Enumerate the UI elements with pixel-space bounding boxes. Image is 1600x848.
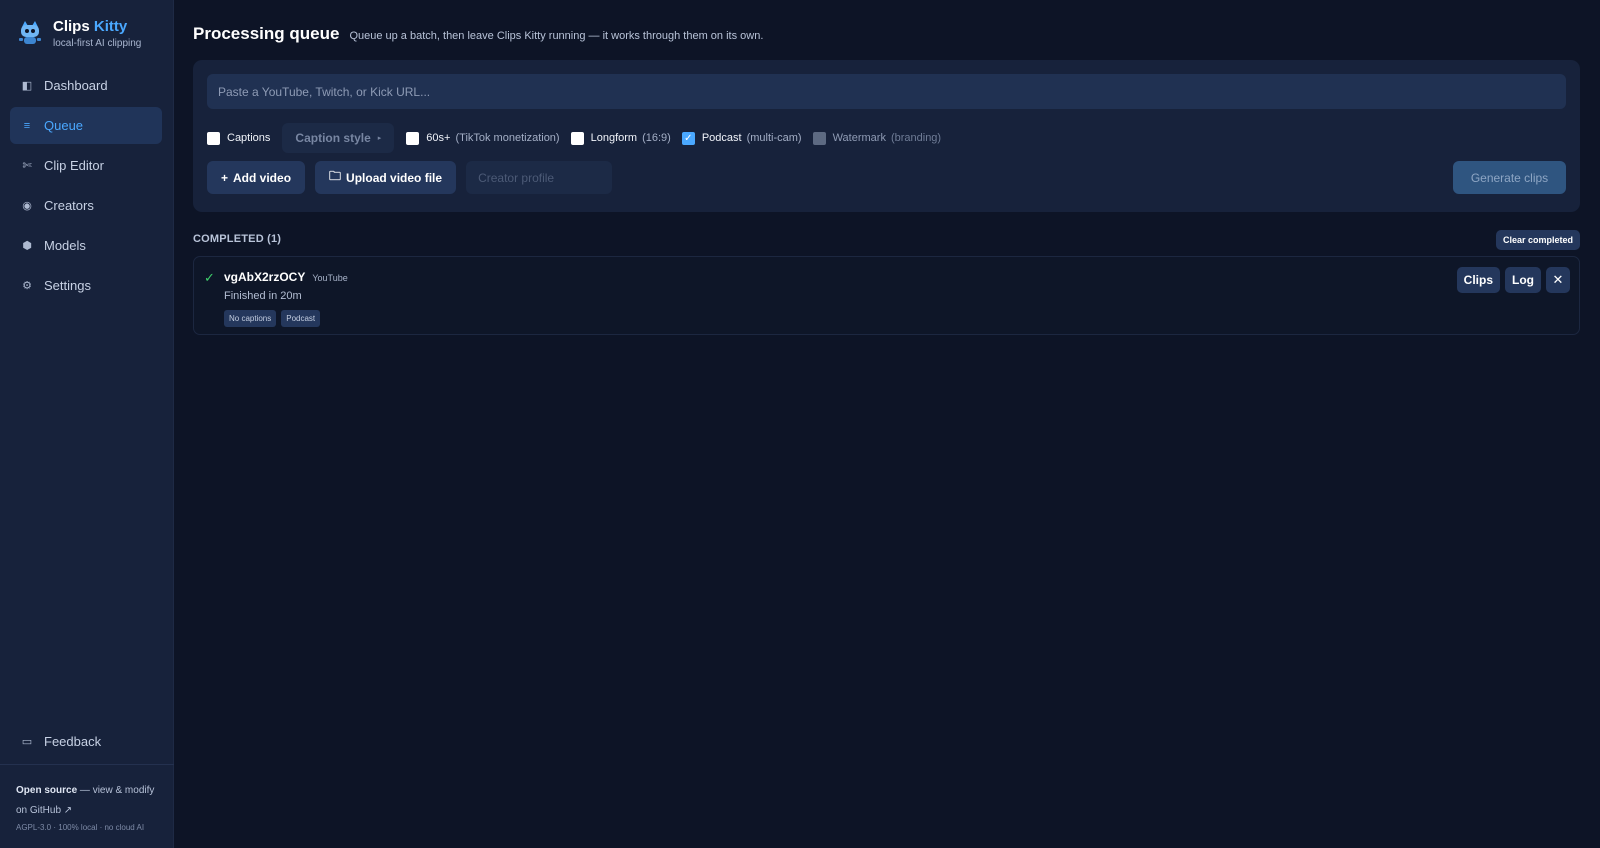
sidebar-item-label: Clip Editor (44, 158, 104, 173)
options-row: Captions Caption style ▸ 60s+ (TikTok mo… (207, 123, 952, 153)
sidebar-item-feedback[interactable]: ▭ Feedback (10, 723, 162, 760)
sidebar-item-label: Creators (44, 198, 94, 213)
add-video-label: Add video (233, 170, 292, 185)
open-source-text: Open source — view & modify (16, 785, 155, 796)
sidebar-item-label: Queue (44, 118, 84, 133)
job-tag: No captions (224, 310, 277, 327)
longform-option[interactable]: Longform (16:9) (570, 131, 671, 145)
longform-label: Longform (590, 132, 638, 144)
robot-cat-icon (19, 21, 41, 44)
sidebar-item-label: Feedback (44, 734, 102, 749)
sidebar-item-label: Models (44, 238, 86, 253)
caption-style-label: Caption style (295, 131, 371, 145)
longform-checkbox[interactable] (570, 131, 584, 145)
completed-header: COMPLETED (1) Clear completed (193, 230, 1580, 251)
podcast-checkbox[interactable]: ✓ (681, 131, 695, 145)
hexagon-icon: ⬢ (22, 240, 32, 252)
url-input[interactable] (207, 74, 1566, 109)
github-link[interactable]: on GitHub ↗ (16, 801, 158, 821)
sidebar-footer: Open source — view & modify on GitHub ↗ … (0, 764, 174, 848)
plus-icon: + (221, 170, 229, 185)
clips-button[interactable]: Clips (1456, 267, 1500, 293)
check-icon: ✓ (204, 270, 215, 285)
sidebar-nav: ◧ Dashboard ≡ Queue ✄ Clip Editor ◉ Crea… (10, 67, 162, 307)
watermark-checkbox[interactable] (812, 131, 826, 145)
caption-style-button[interactable]: Caption style ▸ (282, 123, 395, 153)
sidebar-item-clip-editor[interactable]: ✄ Clip Editor (10, 147, 162, 184)
job-tag: Podcast (281, 310, 321, 327)
upload-video-label: Upload video file (346, 170, 443, 185)
caret-right-icon: ▸ (377, 135, 382, 142)
podcast-label: Podcast (701, 132, 742, 144)
scissors-icon: ✄ (22, 160, 32, 172)
job-actions: Clips Log ✕ (1452, 267, 1570, 293)
app-tagline: local-first AI clipping (53, 38, 142, 49)
page-header: Processing queue Queue up a batch, then … (193, 24, 763, 44)
watermark-label: Watermark (832, 132, 886, 144)
sixty-plus-checkbox[interactable] (406, 131, 420, 145)
sidebar-item-settings[interactable]: ⚙ Settings (10, 267, 162, 304)
add-video-panel: Captions Caption style ▸ 60s+ (TikTok mo… (193, 60, 1580, 212)
job-card: ✓ vgAbX2rzOCY YouTube Finished in 20m No… (193, 256, 1580, 335)
page-title: Processing queue (193, 24, 340, 43)
longform-hint: (16:9) (642, 132, 671, 144)
brand[interactable]: Clips Kitty local-first AI clipping (18, 18, 141, 49)
captions-option[interactable]: Captions (207, 131, 271, 145)
job-status: Finished in 20m (224, 290, 302, 302)
add-video-button[interactable]: + Add video (207, 161, 306, 194)
job-source: YouTube (312, 273, 348, 283)
podcast-hint: (multi-cam) (746, 132, 802, 144)
list-icon: ≡ (23, 119, 31, 132)
sidebar-item-dashboard[interactable]: ◧ Dashboard (10, 67, 162, 104)
sidebar-item-label: Dashboard (44, 78, 108, 93)
upload-video-button[interactable]: 🗀 Upload video file (315, 161, 457, 194)
sixty-plus-label: 60s+ (426, 132, 451, 144)
actions-row: + Add video 🗀 Upload video file Creator … (207, 161, 613, 194)
sidebar-item-label: Settings (44, 278, 91, 293)
gear-icon: ⚙ (22, 280, 32, 292)
sixty-plus-option[interactable]: 60s+ (TikTok monetization) (406, 131, 560, 145)
clear-completed-button[interactable]: Clear completed (1495, 230, 1580, 250)
completed-heading: COMPLETED (1) (193, 233, 282, 245)
watermark-hint: (branding) (890, 132, 942, 144)
target-icon: ◉ (22, 200, 32, 212)
page-subtitle: Queue up a batch, then leave Clips Kitty… (349, 30, 764, 42)
sidebar-item-models[interactable]: ⬢ Models (10, 227, 162, 264)
sidebar-item-queue[interactable]: ≡ Queue (10, 107, 162, 144)
chat-icon: ▭ (21, 736, 33, 748)
sidebar: Clips Kitty local-first AI clipping ◧ Da… (0, 0, 174, 848)
watermark-option[interactable]: Watermark (branding) (812, 131, 942, 145)
captions-checkbox[interactable] (207, 131, 220, 145)
captions-label: Captions (227, 132, 271, 144)
license-meta: AGPL-3.0 · 100% local · no cloud AI (16, 823, 145, 832)
podcast-option[interactable]: ✓ Podcast (multi-cam) (681, 131, 802, 145)
panel-icon: ◧ (21, 80, 33, 92)
creator-profile-select[interactable]: Creator profile (466, 161, 613, 194)
app-title: Clips Kitty (53, 18, 128, 35)
log-button[interactable]: Log (1505, 267, 1541, 293)
sixty-plus-hint: (TikTok monetization) (455, 132, 560, 144)
sidebar-item-creators[interactable]: ◉ Creators (10, 187, 162, 224)
job-id: vgAbX2rzOCY (224, 270, 306, 284)
generate-clips-button[interactable]: Generate clips (1453, 161, 1566, 194)
close-icon[interactable]: ✕ (1546, 267, 1570, 293)
job-tags: No captions Podcast (224, 310, 325, 327)
folder-icon: 🗀 (329, 169, 342, 183)
